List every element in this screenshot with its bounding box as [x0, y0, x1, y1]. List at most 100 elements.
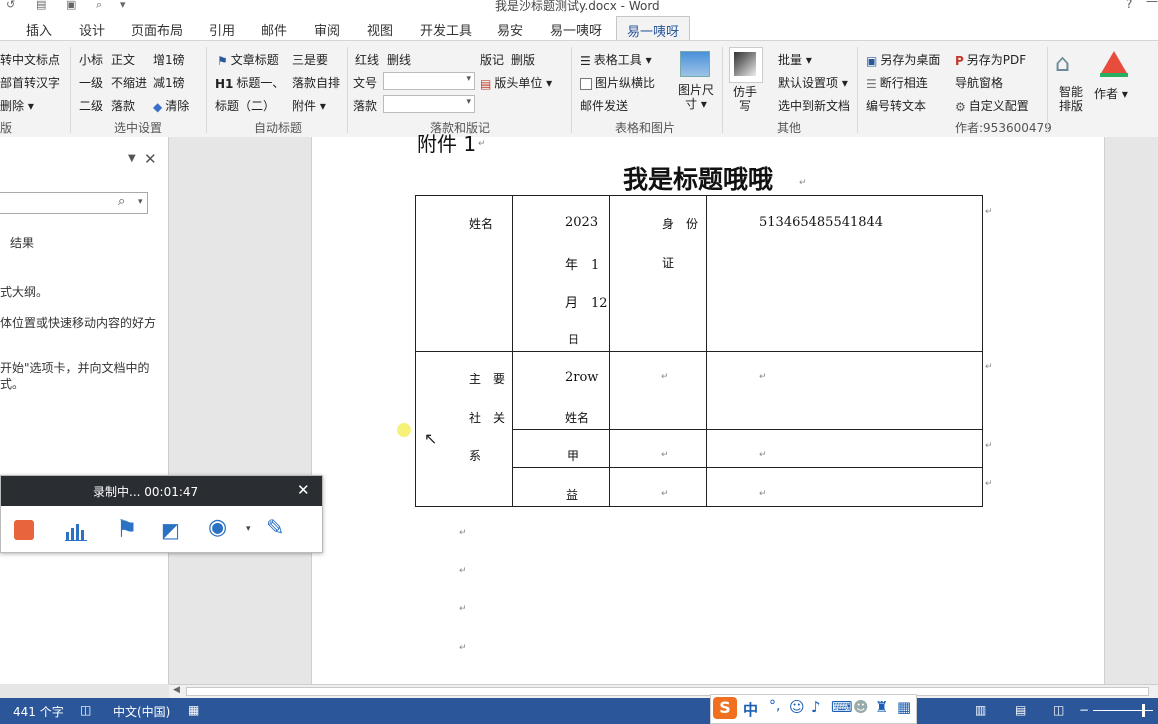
scroll-thumb[interactable]	[186, 687, 1149, 696]
keyboard-icon[interactable]: ⌨	[831, 698, 853, 716]
body-text-button[interactable]: 正文	[111, 51, 135, 68]
preview-icon[interactable]: ⌕	[96, 0, 102, 12]
location-add-icon[interactable]: ◉	[208, 515, 227, 540]
tab-yian[interactable]: 易安	[497, 20, 523, 39]
image-size-button[interactable]: 图片尺寸 ▾	[676, 83, 716, 111]
toolbox-icon[interactable]: ▦	[897, 698, 911, 716]
chevron-down-icon[interactable]: ▾	[246, 524, 251, 534]
level1-button[interactable]: 一级	[79, 74, 103, 91]
marker-icon[interactable]: ◩	[161, 518, 180, 542]
microphone-icon[interactable]: ♪	[811, 698, 821, 716]
handwriting-icon[interactable]	[729, 47, 763, 83]
tab-yiyiya-active[interactable]: 易一咦呀	[616, 16, 691, 40]
watermelon-icon[interactable]	[1100, 51, 1128, 77]
mail-send-button[interactable]: 邮件发送	[580, 97, 628, 114]
print-layout-icon[interactable]: ▤	[1015, 703, 1026, 717]
save-to-desktop-button[interactable]: ▣ 另存为桌面	[866, 51, 940, 68]
tab-view[interactable]: 视图	[367, 20, 393, 39]
tab-yiyiya-1[interactable]: 易一咦呀	[550, 20, 602, 39]
delete-line-button[interactable]: 删线	[387, 51, 411, 68]
tab-insert[interactable]: 插入	[26, 20, 52, 39]
minimize-button[interactable]: —	[1146, 0, 1158, 8]
tab-review[interactable]: 审阅	[314, 20, 340, 39]
read-mode-icon[interactable]: ▥	[975, 703, 986, 717]
sogou-logo-icon[interactable]: S	[713, 697, 737, 719]
decrease-1pt-button[interactable]: 减1磅	[153, 74, 185, 91]
doc-number-combo[interactable]	[383, 72, 475, 90]
delete-edition-button[interactable]: 删版	[511, 51, 535, 68]
article-title-button[interactable]: ⚑ 文章标题	[217, 51, 279, 68]
increase-1pt-button[interactable]: 增1磅	[153, 51, 185, 68]
three-musts-button[interactable]: 三是要	[292, 51, 328, 68]
level2-button[interactable]: 二级	[79, 97, 103, 114]
join-lines-button[interactable]: ☰ 断行相连	[866, 74, 928, 91]
auto-signoff-button[interactable]: 落款自排	[292, 74, 340, 91]
punctuation-icon[interactable]: °,	[769, 698, 780, 714]
stop-icon[interactable]	[14, 520, 34, 540]
image-aspect-checkbox[interactable]: 图片纵横比	[580, 74, 655, 91]
tab-references[interactable]: 引用	[209, 20, 235, 39]
signoff-button[interactable]: 落款	[111, 97, 135, 114]
close-icon[interactable]: ✕	[144, 150, 157, 168]
nav-pane-button[interactable]: 导航窗格	[955, 74, 1003, 91]
selection-to-new-doc-button[interactable]: 选中到新文档	[778, 97, 850, 114]
save-icon[interactable]: ▤	[36, 0, 46, 11]
document-title[interactable]: 我是标题哦哦	[623, 160, 773, 196]
no-indent-button[interactable]: 不缩进	[111, 74, 147, 91]
ime-mode[interactable]: 中	[743, 699, 758, 720]
customize-qat-icon[interactable]: ▾	[120, 0, 126, 11]
results-tab[interactable]: 结果	[10, 234, 34, 251]
scroll-left-icon[interactable]: ◀	[173, 685, 180, 695]
edition-note-button[interactable]: 版记	[480, 51, 504, 68]
word-count[interactable]: 441 个字	[13, 703, 64, 720]
batch-button[interactable]: 批量 ▾	[778, 51, 812, 68]
pane-options-icon[interactable]: ▼	[128, 153, 136, 164]
emoji-icon[interactable]: ☺	[789, 698, 805, 716]
save-as-pdf-button[interactable]: P 另存为PDF	[955, 51, 1026, 68]
bar-chart-icon[interactable]	[65, 520, 89, 542]
language-indicator[interactable]: 中文(中国)	[113, 703, 170, 720]
handwriting-button[interactable]: 仿手写	[731, 85, 759, 113]
web-layout-icon[interactable]: ◫	[1053, 703, 1064, 717]
macro-icon[interactable]: ▦	[188, 703, 199, 717]
heading2-button[interactable]: 标题（二）	[215, 97, 275, 114]
pin-icon[interactable]: ⚑	[116, 515, 138, 543]
search-icon[interactable]: ⌕	[118, 194, 125, 209]
print-icon[interactable]: ▣	[66, 0, 76, 11]
clear-button[interactable]: ◆ 清除	[153, 97, 189, 114]
user-icon[interactable]: ☻	[853, 698, 869, 716]
header-unit-button[interactable]: ▤ 版头单位 ▾	[480, 74, 552, 91]
numbering-to-text-button[interactable]: 编号转文本	[866, 97, 926, 114]
author-button[interactable]: 作者 ▾	[1094, 85, 1128, 102]
search-dropdown-icon[interactable]: ▾	[138, 197, 143, 207]
default-settings-button[interactable]: 默认设置项 ▾	[778, 74, 848, 91]
attachment-heading[interactable]: 附件 1	[417, 128, 476, 157]
help-icon[interactable]: ?	[1126, 0, 1132, 11]
tab-mailings[interactable]: 邮件	[261, 20, 287, 39]
proofing-icon[interactable]: ◫	[80, 703, 91, 717]
to-chinese-punct-button[interactable]: 转中文标点	[0, 51, 60, 68]
subtitle-button[interactable]: 小标	[79, 51, 103, 68]
tab-developer[interactable]: 开发工具	[420, 20, 472, 39]
radical-to-hanzi-button[interactable]: 部首转汉字	[0, 74, 60, 91]
custom-config-button[interactable]: ⚙ 自定义配置	[955, 97, 1029, 114]
table-tools-button[interactable]: ☰ 表格工具 ▾	[580, 51, 652, 68]
image-size-icon[interactable]	[680, 51, 710, 77]
home-icon[interactable]: ⌂	[1055, 49, 1070, 77]
smart-layout-button[interactable]: 智能排版	[1058, 85, 1084, 113]
tab-design[interactable]: 设计	[79, 20, 105, 39]
search-input[interactable]: ⌕ ▾	[0, 192, 148, 214]
close-icon[interactable]: ✕	[297, 481, 310, 499]
signoff-combo[interactable]	[383, 95, 475, 113]
data-table[interactable]	[415, 195, 983, 507]
tab-layout[interactable]: 页面布局	[131, 20, 183, 39]
pen-icon[interactable]: ✎	[266, 516, 284, 541]
red-line-button[interactable]: 红线	[355, 51, 379, 68]
skin-icon[interactable]: ♜	[875, 698, 888, 716]
delete-button[interactable]: 删除 ▾	[0, 97, 34, 114]
zoom-out-icon[interactable]: −	[1079, 703, 1089, 717]
undo-icon[interactable]: ↺	[6, 0, 15, 11]
zoom-slider-thumb[interactable]	[1142, 704, 1145, 717]
heading1-button[interactable]: H1 标题一、	[215, 74, 284, 91]
horizontal-scrollbar[interactable]: ◀	[169, 684, 1158, 699]
